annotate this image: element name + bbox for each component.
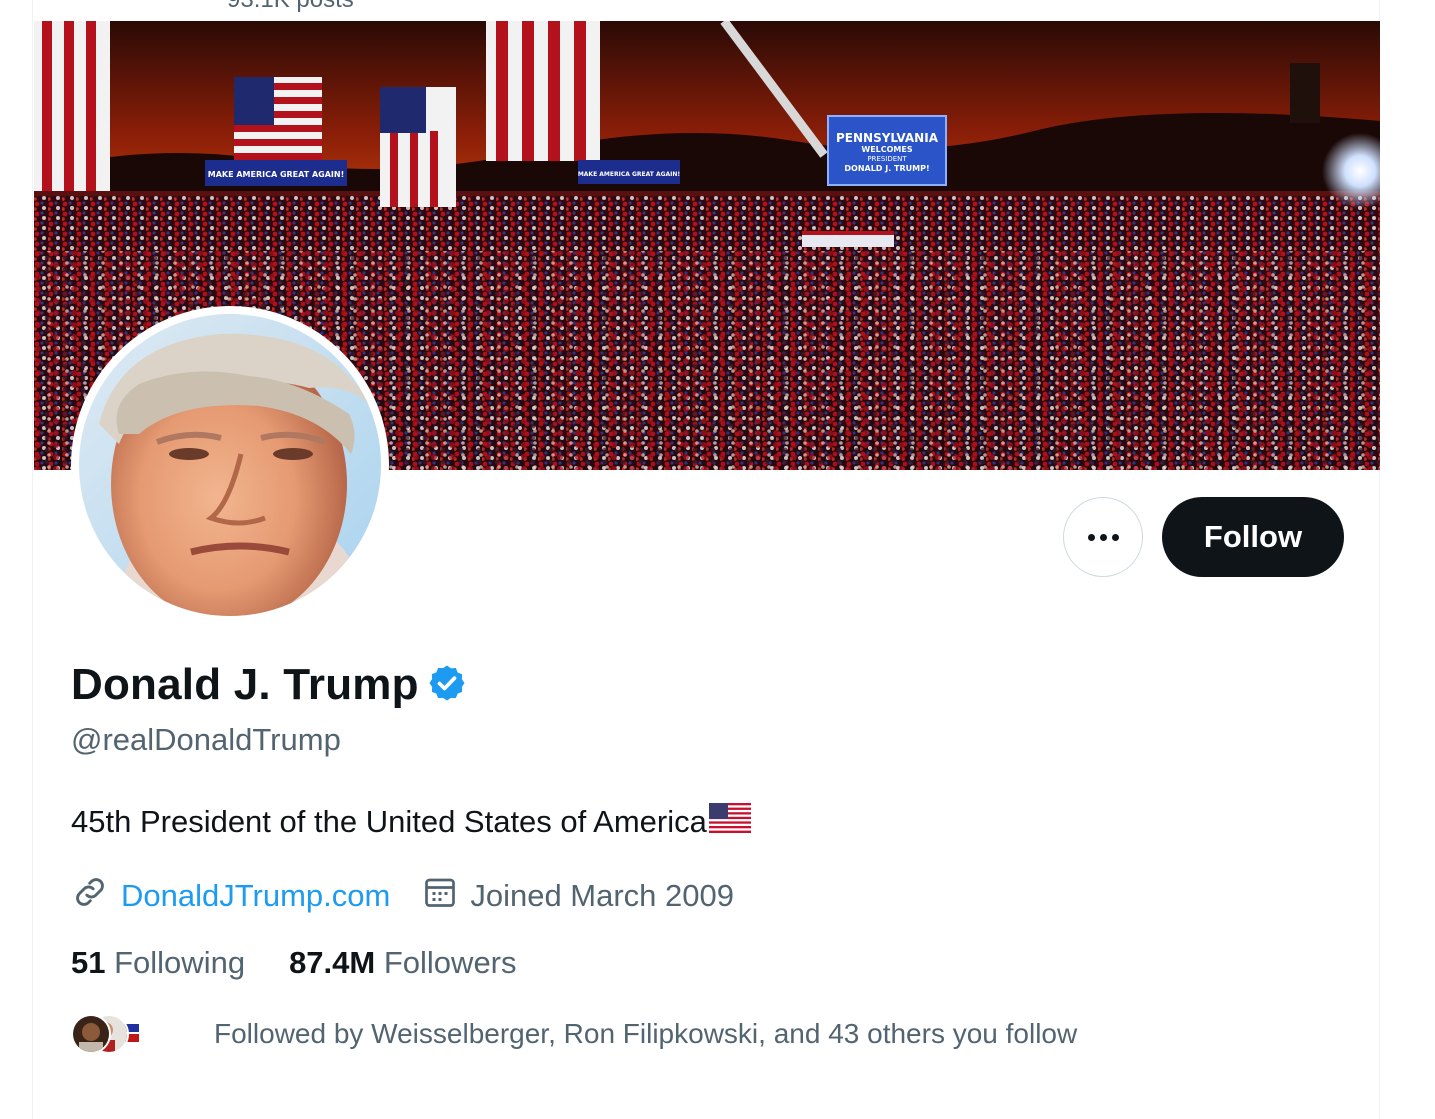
calendar-icon <box>422 874 458 918</box>
banner-sign-line1: PENNSYLVANIA <box>836 131 939 145</box>
follower-avatar <box>71 1014 111 1054</box>
following-stat[interactable]: 51 Following <box>71 945 245 981</box>
followed-by-text: Followed by Weisselberger, Ron Filipkows… <box>214 1018 1078 1049</box>
bio-text: 45th President of the United States of A… <box>71 804 707 839</box>
following-label: Following <box>114 945 246 980</box>
website-item[interactable]: DonaldJTrump.com <box>71 873 390 919</box>
followers-count: 87.4M <box>289 945 376 980</box>
followers-label: Followers <box>383 945 517 980</box>
following-count: 51 <box>71 945 106 980</box>
follow-button[interactable]: Follow <box>1162 497 1344 577</box>
profile-handle: @realDonaldTrump <box>71 722 341 757</box>
joined-date: Joined March 2009 <box>470 878 734 913</box>
banner-sign-line4: DONALD J. TRUMP! <box>844 164 929 173</box>
verified-badge-icon[interactable] <box>427 663 467 708</box>
follow-stats: 51 Following 87.4M Followers <box>71 945 561 981</box>
banner-sign-line2: WELCOMES <box>861 145 912 154</box>
banner-sign-left: MAKE AMERICA GREAT AGAIN! <box>208 170 344 179</box>
profile-column: 93.1K posts <box>32 0 1380 1119</box>
more-icon <box>1087 533 1095 541</box>
more-icon-dot <box>1111 533 1119 541</box>
more-icon-dot <box>1099 533 1107 541</box>
followed-by-avatars <box>71 1012 147 1056</box>
followers-stat[interactable]: 87.4M Followers <box>289 945 516 981</box>
name-row: Donald J. Trump <box>71 660 467 710</box>
followed-by[interactable]: Followed by Weisselberger, Ron Filipkows… <box>71 1012 1078 1056</box>
banner-sign-mid: MAKE AMERICA GREAT AGAIN! <box>578 171 680 178</box>
display-name: Donald J. Trump <box>71 660 419 709</box>
profile-avatar[interactable] <box>71 306 389 624</box>
avatar-image <box>79 314 381 616</box>
website-link[interactable]: DonaldJTrump.com <box>121 878 390 914</box>
link-icon <box>71 873 109 919</box>
us-flag-icon <box>708 803 751 841</box>
more-options-button[interactable] <box>1063 497 1143 577</box>
banner-sign-line3: PRESIDENT <box>867 155 907 163</box>
posts-count: 93.1K posts <box>227 0 354 14</box>
profile-bio: 45th President of the United States of A… <box>71 803 751 841</box>
profile-meta: DonaldJTrump.com Joined March 2009 <box>71 873 766 919</box>
joined-item: Joined March 2009 <box>422 874 734 918</box>
